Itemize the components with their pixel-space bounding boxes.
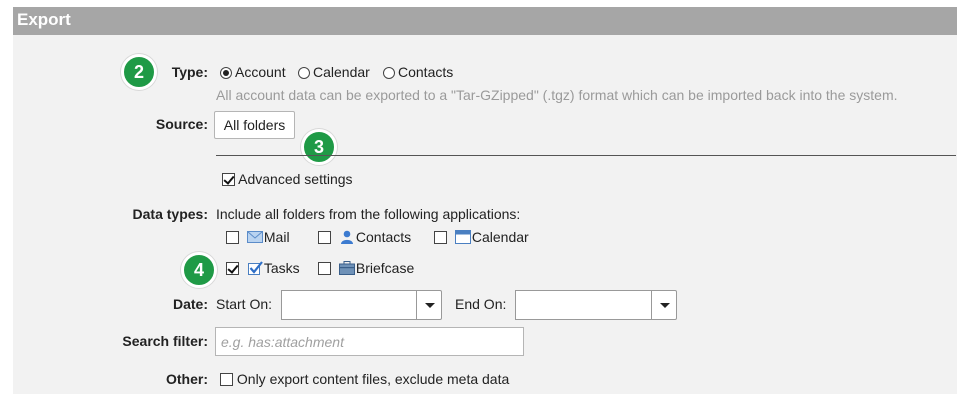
app-calendar[interactable]: Calendar xyxy=(434,229,529,245)
end-on-label: End On: xyxy=(455,296,507,312)
step-badge-4: 4 xyxy=(181,252,217,288)
app-contacts[interactable]: Contacts xyxy=(318,229,411,245)
end-date-dropdown-button[interactable] xyxy=(651,290,677,320)
type-option-account-label: Account xyxy=(235,64,286,80)
other-option[interactable]: Only export content files, exclude meta … xyxy=(220,371,509,387)
data-types-label: Data types: xyxy=(132,206,208,222)
data-types-intro: Include all folders from the following a… xyxy=(216,206,521,222)
source-label: Source: xyxy=(155,116,208,132)
advanced-settings-label: Advanced settings xyxy=(238,171,353,187)
app-mail[interactable]: Mail xyxy=(226,229,290,245)
type-option-calendar-label: Calendar xyxy=(313,64,370,80)
app-tasks[interactable]: Tasks xyxy=(226,260,300,276)
all-folders-button[interactable]: All folders xyxy=(214,111,295,139)
search-filter-label: Search filter: xyxy=(122,333,208,349)
type-option-contacts[interactable]: Contacts xyxy=(383,64,453,80)
advanced-divider xyxy=(216,155,956,156)
app-calendar-label: Calendar xyxy=(471,229,529,245)
start-date-input[interactable] xyxy=(281,290,416,320)
type-note: All account data can be exported to a "T… xyxy=(216,87,898,103)
radio-account[interactable] xyxy=(220,67,232,79)
date-label: Date: xyxy=(172,296,208,312)
app-briefcase[interactable]: Briefcase xyxy=(318,260,414,276)
type-option-account[interactable]: Account xyxy=(220,64,286,80)
start-date-combo[interactable] xyxy=(281,290,442,320)
step-badge-3: 3 xyxy=(301,129,337,165)
mail-checkbox[interactable] xyxy=(226,231,239,244)
briefcase-checkbox[interactable] xyxy=(318,262,331,275)
meta-data-checkbox[interactable] xyxy=(220,373,233,386)
type-option-contacts-label: Contacts xyxy=(398,64,454,80)
type-option-calendar[interactable]: Calendar xyxy=(298,64,370,80)
radio-contacts[interactable] xyxy=(383,67,395,79)
contacts-checkbox[interactable] xyxy=(318,231,331,244)
briefcase-icon xyxy=(338,261,355,275)
calendar-checkbox[interactable] xyxy=(434,231,447,244)
app-contacts-label: Contacts xyxy=(355,229,412,245)
advanced-settings-checkbox[interactable] xyxy=(222,173,235,186)
mail-icon xyxy=(246,231,263,243)
type-label: Type: xyxy=(171,64,208,80)
tasks-icon xyxy=(247,261,263,275)
search-filter-input[interactable] xyxy=(215,327,524,356)
other-label: Other: xyxy=(166,371,208,387)
panel-title: Export xyxy=(13,7,957,35)
other-option-label: Only export content files, exclude meta … xyxy=(236,371,510,387)
tasks-checkbox[interactable] xyxy=(226,262,239,275)
calendar-icon xyxy=(454,230,471,244)
app-tasks-label: Tasks xyxy=(263,260,300,276)
start-date-dropdown-button[interactable] xyxy=(416,290,442,320)
radio-calendar[interactable] xyxy=(298,67,310,79)
end-date-input[interactable] xyxy=(515,290,651,320)
app-briefcase-label: Briefcase xyxy=(355,260,415,276)
end-date-combo[interactable] xyxy=(515,290,677,320)
start-on-label: Start On: xyxy=(216,296,273,312)
app-mail-label: Mail xyxy=(263,229,290,245)
advanced-settings-option[interactable]: Advanced settings xyxy=(222,171,353,187)
contacts-icon xyxy=(340,230,353,244)
